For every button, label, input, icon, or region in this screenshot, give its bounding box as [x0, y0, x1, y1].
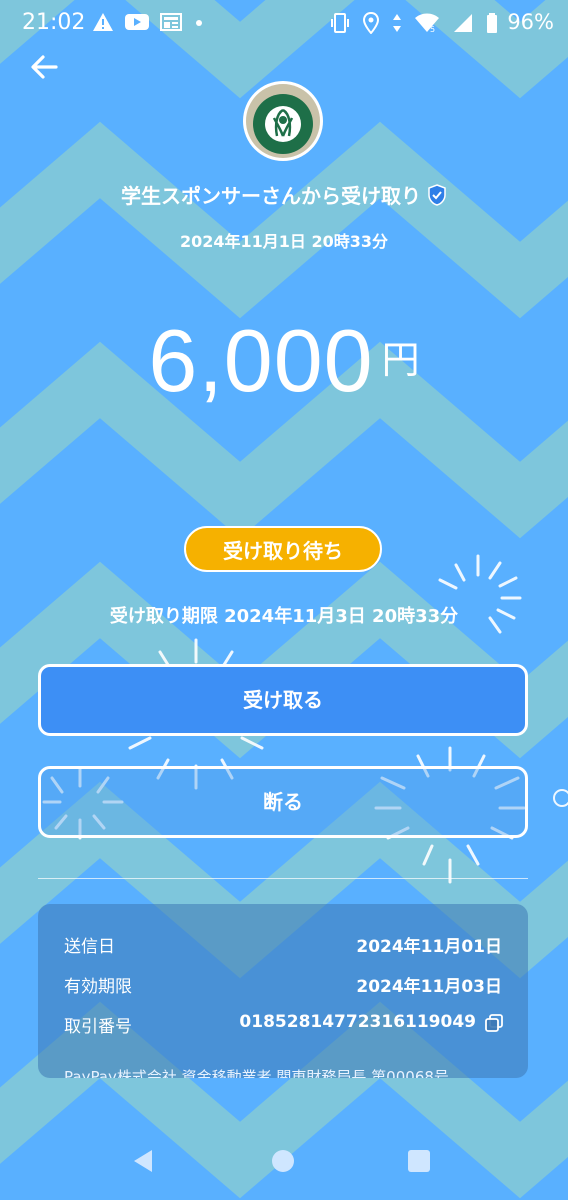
- avatar: [246, 84, 320, 158]
- back-button[interactable]: [28, 50, 62, 84]
- dot-icon: [196, 20, 202, 26]
- deadline-text: 受け取り期限 2024年11月3日 20時33分: [109, 606, 459, 627]
- navigation-bar: [0, 1120, 568, 1200]
- battery-percent: 96%: [507, 10, 554, 34]
- nav-recents-icon[interactable]: [408, 1150, 430, 1172]
- svg-text:5: 5: [430, 25, 435, 34]
- detail-label: 有効期限: [64, 977, 132, 997]
- signal-icon: [454, 14, 472, 32]
- detail-label: 送信日: [64, 937, 115, 957]
- accept-button[interactable]: 受け取る: [38, 664, 528, 736]
- sender-label: 学生スポンサーさんから受け取り: [121, 184, 421, 208]
- decline-button[interactable]: 断る: [38, 766, 528, 838]
- detail-row: 送信日 2024年11月01日: [64, 932, 502, 962]
- news-icon: [160, 13, 182, 31]
- divider: [38, 878, 528, 879]
- detail-value: 2024年11月01日: [356, 937, 502, 957]
- nav-home-icon[interactable]: [272, 1150, 294, 1172]
- sender-title: 学生スポンサーさんから受け取り: [0, 180, 568, 211]
- vibrate-icon: [331, 13, 349, 33]
- detail-value: 2024年11月03日: [356, 977, 502, 997]
- sent-datetime: 2024年11月1日 20時33分: [179, 232, 389, 251]
- detail-label: 取引番号: [64, 1017, 132, 1037]
- verified-shield-icon: [427, 184, 447, 211]
- system-icons: 5: [330, 12, 498, 34]
- status-time: 21:02: [22, 10, 86, 35]
- amount: 6,000 円: [0, 310, 568, 412]
- location-icon: [362, 12, 380, 34]
- amount-unit: 円: [381, 338, 420, 382]
- amount-value: 6,000: [148, 311, 374, 410]
- starbucks-logo: [246, 84, 320, 158]
- copy-icon[interactable]: [484, 1013, 503, 1032]
- battery-icon: [487, 13, 497, 33]
- status-bar: 21:02 5 96%: [0, 0, 568, 48]
- status-badge: 受け取り待ち: [184, 526, 382, 572]
- footnote: PayPay株式会社 資金移動業者 関東財務局長 第00068号: [64, 1068, 449, 1078]
- detail-row: 取引番号 01852814772316119049: [64, 1012, 503, 1042]
- wifi-icon: 5: [415, 13, 439, 34]
- youtube-icon: [125, 14, 149, 30]
- warning-icon: [93, 13, 113, 31]
- transaction-id-value: 01852814772316119049: [239, 1012, 476, 1032]
- detail-row: 有効期限 2024年11月03日: [64, 972, 502, 1002]
- transaction-id: 01852814772316119049: [239, 1012, 503, 1032]
- nav-back-icon[interactable]: [130, 1148, 156, 1174]
- details-card: 送信日 2024年11月01日 有効期限 2024年11月03日 取引番号 01…: [38, 904, 528, 1078]
- data-arrows-icon: [393, 14, 401, 32]
- notification-icons: [92, 12, 206, 32]
- arrow-left-icon: [31, 55, 58, 79]
